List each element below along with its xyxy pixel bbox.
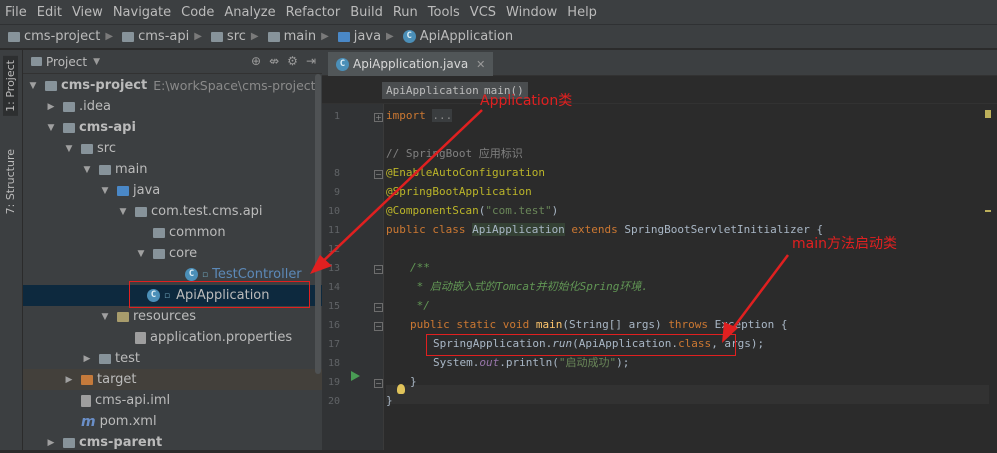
annotation-arrows [310,109,789,343]
arrow-head-application [310,255,332,274]
arrow-line-application [317,109,483,267]
arrow-line-main [727,254,789,336]
